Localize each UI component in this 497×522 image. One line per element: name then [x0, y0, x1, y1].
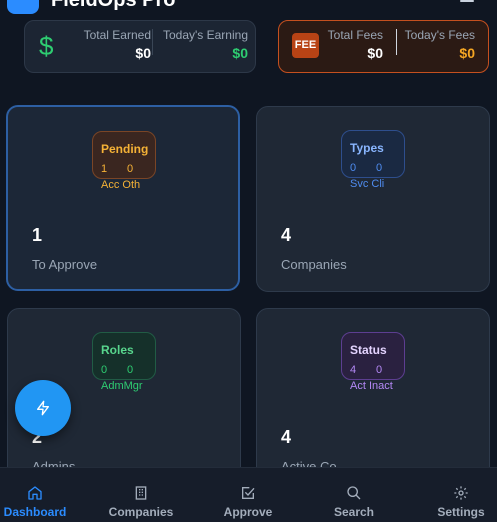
app-header: FieldOps Pro: [0, 0, 497, 14]
nav-settings[interactable]: Settings: [421, 468, 497, 522]
total-earned-label: Total Earned: [83, 28, 151, 42]
nav-search[interactable]: Search: [314, 468, 394, 522]
status-counts: 40: [350, 364, 402, 376]
total-fees-label: Total Fees: [327, 28, 383, 42]
stat-divider: [396, 29, 397, 55]
total-fees: Total Fees $0: [328, 21, 383, 61]
nav-dashboard-label: Dashboard: [3, 505, 67, 519]
roles-badge: Roles 00 AdmMgr: [92, 332, 156, 392]
approve-card[interactable]: Pending 10 Acc Oth 1 To Approve: [6, 105, 240, 291]
bottom-nav: Dashboard Companies Approve Search Setti…: [0, 467, 497, 522]
pending-count-oth: 0: [127, 163, 134, 175]
earnings-card: $ Total Earned $0 Today's Earning $0: [24, 20, 256, 73]
pending-badge: Pending 10 Acc Oth: [92, 131, 156, 191]
fees-card: FEE Total Fees $0 Today's Fees $0: [278, 20, 489, 73]
today-fees-value: $0: [459, 45, 475, 61]
menu-icon[interactable]: [460, 0, 474, 6]
roles-title: Roles: [101, 343, 134, 357]
companies-label: Companies: [281, 257, 347, 272]
lightning-icon: [37, 400, 49, 416]
check-square-icon: [242, 487, 255, 499]
roles-sub: AdmMgr: [101, 380, 143, 392]
pending-title: Pending: [101, 142, 149, 156]
status-title: Status: [350, 343, 387, 357]
types-title: Types: [350, 141, 384, 155]
roles-count-adm: 0: [101, 364, 108, 376]
nav-settings-label: Settings: [437, 505, 485, 519]
app-logo: [7, 0, 39, 14]
status-count-inact: 0: [376, 364, 383, 376]
status-count-act: 4: [350, 364, 357, 376]
active-companies-count: 4: [281, 427, 292, 447]
nav-approve[interactable]: Approve: [208, 468, 288, 522]
app-title: FieldOps Pro: [51, 0, 176, 11]
approve-count: 1: [32, 225, 43, 245]
pending-counts: 10: [101, 163, 153, 175]
dollar-icon: $: [39, 31, 54, 61]
roles-count-mgr: 0: [127, 364, 134, 376]
nav-dashboard[interactable]: Dashboard: [0, 468, 75, 522]
types-sub: Svc Cli: [350, 178, 385, 190]
types-badge: Types 00 Svc Cli: [341, 130, 405, 190]
companies-count: 4: [281, 225, 292, 245]
today-fees: Today's Fees $0: [405, 21, 475, 61]
building-icon: [135, 486, 147, 500]
total-fees-value: $0: [367, 45, 383, 61]
approve-label: To Approve: [32, 257, 98, 272]
total-earned-value: $0: [135, 45, 151, 61]
today-earning-value: $0: [232, 45, 248, 61]
roles-counts: 00: [101, 364, 153, 376]
companies-card[interactable]: Types 00 Svc Cli 4 Companies: [256, 106, 490, 292]
status-sub: Act Inact: [350, 380, 393, 392]
nav-search-label: Search: [333, 505, 375, 519]
stat-divider: [152, 29, 153, 55]
types-counts: 00: [350, 162, 402, 174]
nav-companies-label: Companies: [108, 505, 174, 519]
today-earning-label: Today's Earning: [162, 28, 248, 42]
nav-approve-label: Approve: [223, 505, 273, 519]
types-count-cli: 0: [376, 162, 383, 174]
nav-companies[interactable]: Companies: [101, 468, 181, 522]
today-earning: Today's Earning $0: [163, 21, 248, 61]
status-badge: Status 40 Act Inact: [341, 332, 405, 392]
home-icon: [28, 486, 42, 500]
gear-icon: [454, 486, 468, 500]
search-icon: [347, 486, 361, 500]
pending-count-acc: 1: [101, 163, 108, 175]
today-fees-label: Today's Fees: [404, 28, 475, 42]
total-earned: Total Earned $0: [84, 21, 151, 61]
fee-badge-icon: FEE: [292, 33, 319, 58]
pending-sub: Acc Oth: [101, 179, 141, 191]
quick-action-button[interactable]: [15, 380, 71, 436]
types-count-svc: 0: [350, 162, 357, 174]
